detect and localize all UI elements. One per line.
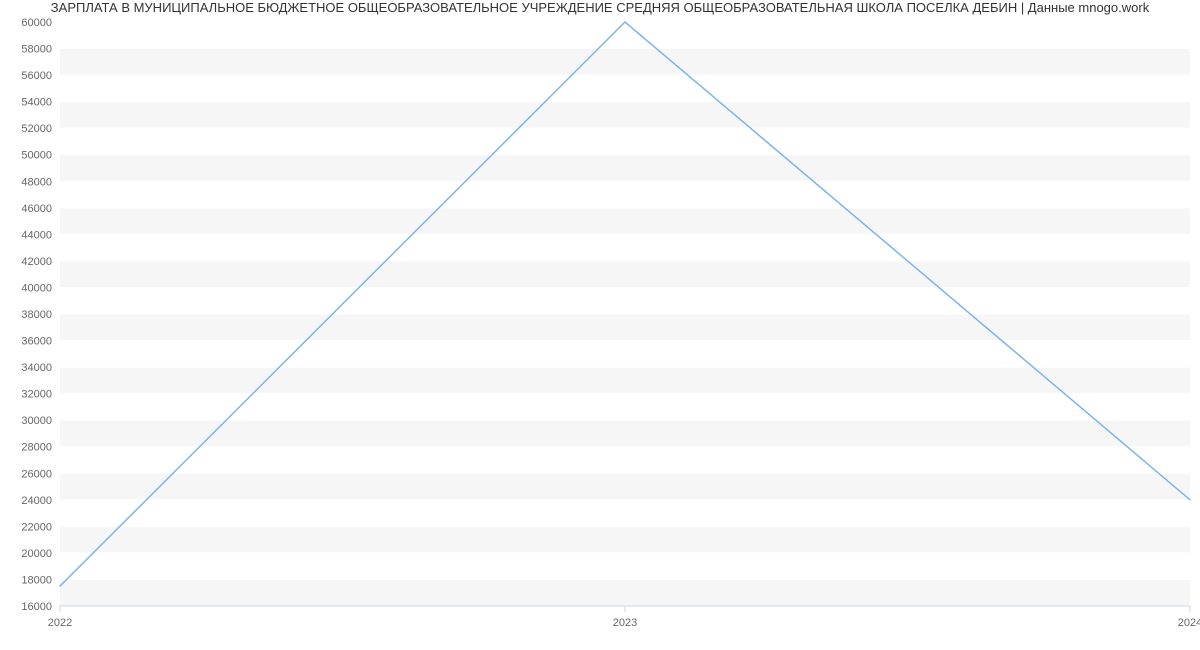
y-tick-label: 40000 <box>21 282 52 294</box>
chart-svg: 16000 18000 20000 22000 24000 26000 28000 30000… <box>0 0 1200 650</box>
y-tick-label: 34000 <box>21 362 52 374</box>
y-tick-label: 48000 <box>21 176 52 188</box>
y-tick-label: 16000 <box>21 601 52 613</box>
y-tick-label: 28000 <box>21 442 52 454</box>
y-tick-label: 46000 <box>21 203 52 215</box>
y-tick-label: 42000 <box>21 256 52 268</box>
y-tick-label: 52000 <box>21 123 52 135</box>
y-tick-label: 26000 <box>21 468 52 480</box>
chart-title: ЗАРПЛАТА В МУНИЦИПАЛЬНОЕ БЮДЖЕТНОЕ ОБЩЕО… <box>0 0 1200 15</box>
chart-container: ЗАРПЛАТА В МУНИЦИПАЛЬНОЕ БЮДЖЕТНОЕ ОБЩЕО… <box>0 0 1200 650</box>
y-tick-label: 32000 <box>21 389 52 401</box>
y-tick-label: 20000 <box>21 548 52 560</box>
y-tick-label: 60000 <box>21 17 52 29</box>
x-tick-label: 2022 <box>48 617 72 629</box>
y-tick-label: 56000 <box>21 70 52 82</box>
y-tick-label: 50000 <box>21 150 52 162</box>
y-tick-label: 24000 <box>21 495 52 507</box>
y-tick-label: 18000 <box>21 574 52 586</box>
x-tick-label: 2023 <box>613 617 637 629</box>
y-tick-label: 58000 <box>21 44 52 56</box>
y-tick-label: 54000 <box>21 97 52 109</box>
x-tick-label: 2024 <box>1178 617 1200 629</box>
y-tick-label: 38000 <box>21 309 52 321</box>
y-tick-label: 22000 <box>21 521 52 533</box>
y-tick-label: 44000 <box>21 229 52 241</box>
y-tick-label: 30000 <box>21 415 52 427</box>
y-tick-label: 36000 <box>21 336 52 348</box>
